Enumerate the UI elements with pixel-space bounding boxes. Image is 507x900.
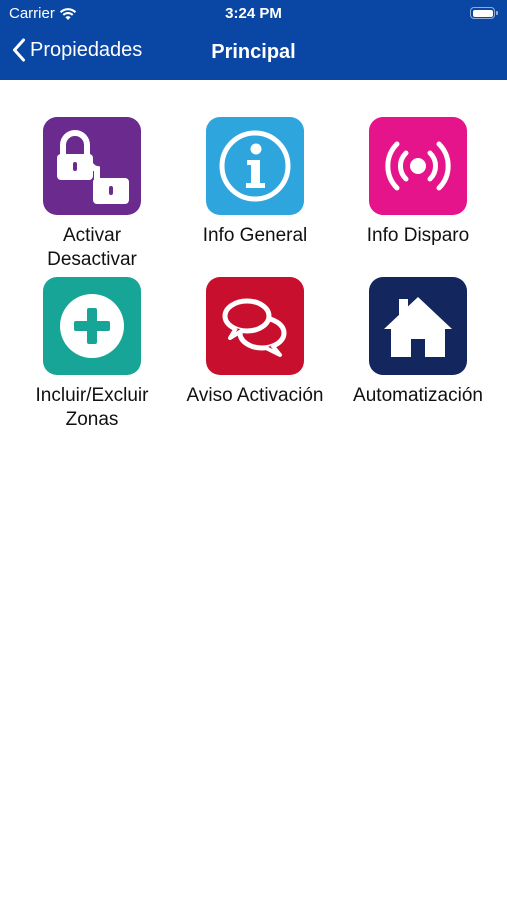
- battery-icon: [470, 7, 498, 19]
- tile-label: Info General: [202, 225, 308, 246]
- info-icon: [206, 117, 304, 215]
- tile-aviso-activacion[interactable]: Aviso Activación: [171, 277, 339, 408]
- house-icon: [369, 277, 467, 375]
- tile-label: Aviso Activación: [186, 385, 324, 406]
- alarm-broadcast-icon: [369, 117, 467, 215]
- plus-circle-icon: [43, 277, 141, 375]
- tile-label: Automatización: [353, 385, 483, 406]
- status-bar: Carrier 3:24 PM: [0, 0, 507, 28]
- tile-info-disparo[interactable]: Info Disparo: [334, 117, 502, 248]
- tile-automatizacion[interactable]: Automatización: [334, 277, 502, 408]
- top-bar: Carrier 3:24 PM Propiedades Principal: [0, 0, 507, 80]
- tile-label: Activar Desactivar: [47, 225, 137, 270]
- tile-incluir-excluir-zonas[interactable]: Incluir/Excluir Zonas: [8, 277, 176, 432]
- tile-activar-desactivar[interactable]: Activar Desactivar: [8, 117, 176, 272]
- clock: 3:24 PM: [225, 5, 282, 22]
- tile-info-general[interactable]: Info General: [171, 117, 339, 248]
- navigation-bar: Propiedades Principal: [0, 28, 507, 80]
- padlocks-icon: [43, 117, 141, 215]
- chat-bubbles-icon: [206, 277, 304, 375]
- page-title: Principal: [211, 41, 296, 63]
- tile-label: Info Disparo: [366, 225, 470, 246]
- tile-label: Incluir/Excluir Zonas: [35, 385, 149, 430]
